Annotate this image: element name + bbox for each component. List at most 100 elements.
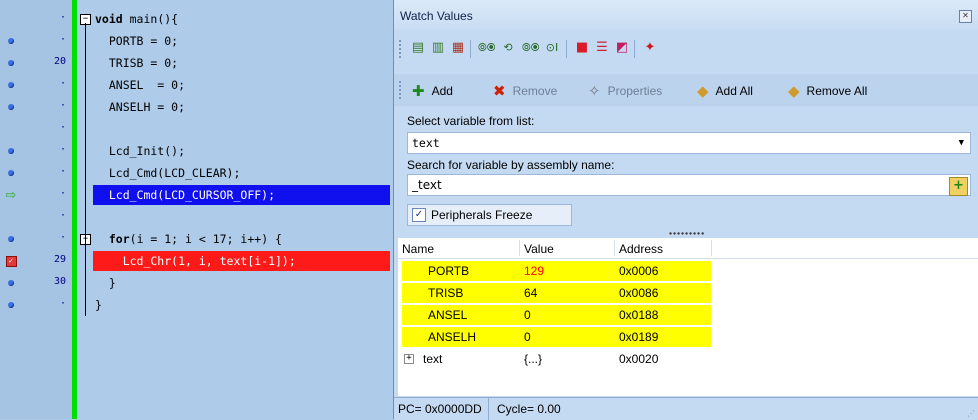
empty-gutter-slot[interactable] xyxy=(3,209,19,225)
add-variable-icon[interactable]: + xyxy=(949,177,968,196)
table-row[interactable]: ANSELH 0 0x0189 xyxy=(398,326,978,348)
table-row[interactable]: ANSEL 0 0x0188 xyxy=(398,304,978,326)
search-variable-label: Search for variable by assembly name: xyxy=(407,158,615,172)
code-line[interactable]: ·} xyxy=(0,294,393,316)
cell-value: 0 xyxy=(524,308,531,322)
execution-arrow-icon[interactable]: ⇨ xyxy=(3,187,19,203)
code-line[interactable]: · ANSEL = 0; xyxy=(0,74,393,96)
line-number: · xyxy=(59,34,66,45)
keyword: void xyxy=(95,12,123,26)
cell-address: 0x0189 xyxy=(619,330,659,344)
code-text: void main(){ xyxy=(95,11,178,27)
cell-address: 0x0020 xyxy=(619,352,659,366)
breakpoint-dot-icon[interactable] xyxy=(3,33,19,49)
breakpoint-dot-icon xyxy=(8,104,14,110)
stop-icon[interactable]: ■ xyxy=(574,40,590,56)
chevron-down-icon[interactable]: ▼ xyxy=(959,133,964,153)
properties-icon: ✧ xyxy=(588,83,601,100)
splitter-grip-icon[interactable]: ∙∙∙∙∙∙∙∙∙ xyxy=(668,229,705,238)
line-number: 29 xyxy=(53,254,66,265)
close-icon[interactable]: ✕ xyxy=(959,10,972,23)
plus-icon: ✚ xyxy=(412,83,425,100)
code-token: Lcd_Cmd(LCD_CURSOR_OFF); xyxy=(95,188,276,202)
toolbar-grip[interactable] xyxy=(399,40,403,58)
line-number: · xyxy=(59,210,66,221)
step-into-icon[interactable]: ⦾⦿ xyxy=(478,40,496,56)
code-line[interactable]: ⇨ · Lcd_Cmd(LCD_CURSOR_OFF); xyxy=(0,184,393,206)
code-text: PORTB = 0; xyxy=(95,33,178,49)
breakpoint-dot-icon[interactable] xyxy=(3,231,19,247)
reset-icon[interactable]: ✦ xyxy=(642,40,658,56)
step-out-icon[interactable]: ⦾⦿ xyxy=(522,40,540,56)
code-line[interactable]: · Lcd_Init(); xyxy=(0,140,393,162)
code-token: } xyxy=(95,276,116,290)
breakpoint-dot-icon[interactable] xyxy=(3,165,19,181)
column-header-value[interactable]: Value xyxy=(524,242,554,256)
breakpoint-dot-icon[interactable] xyxy=(3,297,19,313)
remove-all-button[interactable]: ◆ Remove All xyxy=(788,82,867,100)
column-divider[interactable] xyxy=(614,240,615,256)
code-line[interactable]: · PORTB = 0; xyxy=(0,30,393,52)
code-line[interactable]: 30 } xyxy=(0,272,393,294)
code-line[interactable]: 20 TRISB = 0; xyxy=(0,52,393,74)
active-breakpoint-icon[interactable]: ✓ xyxy=(3,253,19,269)
cell-name: ANSEL xyxy=(428,308,468,322)
column-divider[interactable] xyxy=(519,240,520,256)
remove-all-icon: ◆ xyxy=(788,83,800,100)
step-over-icon[interactable]: ⟲ xyxy=(500,40,516,56)
code-line[interactable]: · xyxy=(0,118,393,140)
panel-splitter[interactable]: ∙∙∙∙∙∙∙∙∙ xyxy=(394,229,978,238)
code-token: } xyxy=(95,298,102,312)
breakpoint-dot-icon[interactable] xyxy=(3,275,19,291)
column-header-name[interactable]: Name xyxy=(402,242,434,256)
run-to-cursor-icon[interactable]: ⊙I xyxy=(544,40,560,56)
expand-icon[interactable]: + xyxy=(404,354,414,364)
variable-select[interactable]: text ▼ xyxy=(407,132,971,154)
code-line[interactable]: ✓ 29 Lcd_Chr(1, i, text[i-1]); xyxy=(0,250,393,272)
breakpoint-dot-icon xyxy=(8,302,14,308)
code-line[interactable]: · xyxy=(0,206,393,228)
code-line[interactable]: · − void main(){ xyxy=(0,8,393,30)
remove-button[interactable]: ✖ Remove xyxy=(493,82,557,100)
breakpoint-dot-icon[interactable] xyxy=(3,77,19,93)
code-line[interactable]: ·− for(i = 1; i < 17; i++) { xyxy=(0,228,393,250)
table-row[interactable]: PORTB 129 0x0006 xyxy=(398,260,978,282)
search-variable-input[interactable]: _text + xyxy=(407,174,971,196)
cell-name: text xyxy=(423,352,443,366)
breakpoint-dot-icon[interactable] xyxy=(3,55,19,71)
toolbar-grip[interactable] xyxy=(399,81,403,99)
table-header: Name Value Address xyxy=(398,238,978,259)
debug-toolbar: ▤ ▥ ▦ ⦾⦿ ⟲ ⦾⦿ ⊙I ■ ☰ ◩ ✦ xyxy=(394,34,978,64)
peripherals-freeze-checkbox[interactable]: ✓ Peripherals Freeze xyxy=(407,204,572,226)
column-divider[interactable] xyxy=(711,240,712,256)
clear-icon[interactable]: ◩ xyxy=(614,40,630,56)
remove-all-label: Remove All xyxy=(806,84,868,98)
breakpoint-dot-icon xyxy=(8,280,14,286)
resize-grip-icon[interactable]: ⋰ xyxy=(967,409,975,418)
remove-label: Remove xyxy=(512,84,558,98)
breakpoint-dot-icon[interactable] xyxy=(3,99,19,115)
add-all-button[interactable]: ◆ Add All xyxy=(697,82,753,100)
add-all-label: Add All xyxy=(715,84,753,98)
peripherals-freeze-label: Peripherals Freeze xyxy=(431,208,533,222)
cell-value: 129 xyxy=(524,264,545,278)
table-row[interactable]: TRISB 64 0x0086 xyxy=(398,282,978,304)
checkmark-icon[interactable]: ✓ xyxy=(412,208,426,222)
add-all-icon: ◆ xyxy=(697,83,709,100)
cell-address: 0x0188 xyxy=(619,308,659,322)
add-button[interactable]: ✚ Add xyxy=(412,82,453,100)
column-header-address[interactable]: Address xyxy=(619,242,663,256)
code-editor[interactable]: · − void main(){· PORTB = 0; 20 TRISB = 0; ·… xyxy=(0,0,393,419)
empty-gutter-slot[interactable] xyxy=(3,121,19,137)
code-line[interactable]: · ANSELH = 0; xyxy=(0,96,393,118)
add-watch-icon[interactable]: ▤ xyxy=(410,40,426,56)
properties-button[interactable]: ✧ Properties xyxy=(588,82,662,100)
copy-watch-icon[interactable]: ▥ xyxy=(430,40,446,56)
watch-title: Watch Values xyxy=(400,9,473,23)
delete-watch-icon[interactable]: ▦ xyxy=(450,40,466,56)
list-icon[interactable]: ☰ xyxy=(594,40,610,56)
breakpoint-dot-icon[interactable] xyxy=(3,143,19,159)
empty-gutter-slot[interactable] xyxy=(3,11,19,27)
code-line[interactable]: · Lcd_Cmd(LCD_CLEAR); xyxy=(0,162,393,184)
table-row[interactable]: + text {...} 0x0020 xyxy=(398,348,978,370)
